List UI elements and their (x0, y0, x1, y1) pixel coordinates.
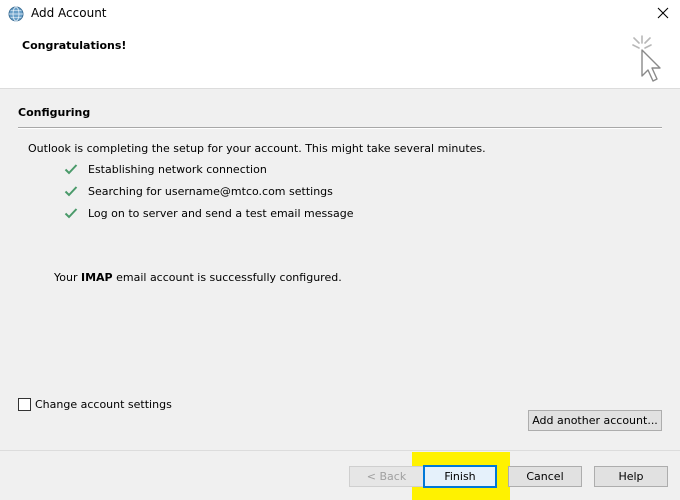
header-panel: Congratulations! (0, 28, 680, 89)
result-account-type: IMAP (80, 271, 113, 284)
checkmark-icon (64, 185, 78, 197)
close-button[interactable] (652, 3, 674, 25)
window-title: Add Account (31, 6, 107, 20)
change-account-settings-checkbox[interactable] (18, 398, 31, 411)
task-item: Searching for username@mtco.com settings (64, 183, 333, 199)
click-cursor-icon (630, 34, 666, 86)
status-text: Outlook is completing the setup for your… (28, 142, 486, 155)
title-bar: Add Account (0, 0, 680, 28)
add-account-dialog: Add Account Congratulations! Configuring… (0, 0, 680, 500)
change-account-settings-option[interactable]: Change account settings (18, 398, 172, 411)
footer-divider (0, 450, 680, 451)
change-account-settings-label: Change account settings (35, 398, 172, 411)
task-label: Log on to server and send a test email m… (88, 206, 354, 220)
cancel-button[interactable]: Cancel (508, 466, 582, 487)
task-item: Establishing network connection (64, 161, 267, 177)
result-prefix: Your (54, 271, 81, 284)
page-title: Congratulations! (22, 39, 127, 52)
outlook-globe-icon (8, 6, 24, 22)
task-item: Log on to server and send a test email m… (64, 205, 353, 221)
help-button[interactable]: Help (594, 466, 668, 487)
finish-button[interactable]: Finish (423, 465, 497, 488)
add-another-account-button[interactable]: Add another account... (528, 410, 662, 431)
task-label: Searching for username@mtco.com settings (88, 184, 333, 198)
close-icon (657, 7, 669, 22)
checkmark-icon (64, 163, 78, 175)
section-title: Configuring (18, 106, 91, 119)
result-message: Your IMAP email account is successfully … (54, 271, 342, 284)
checkmark-icon (64, 207, 78, 219)
result-suffix: email account is successfully configured… (112, 271, 342, 284)
back-button[interactable]: < Back (349, 466, 424, 487)
section-divider (18, 127, 662, 129)
task-label: Establishing network connection (88, 162, 267, 176)
